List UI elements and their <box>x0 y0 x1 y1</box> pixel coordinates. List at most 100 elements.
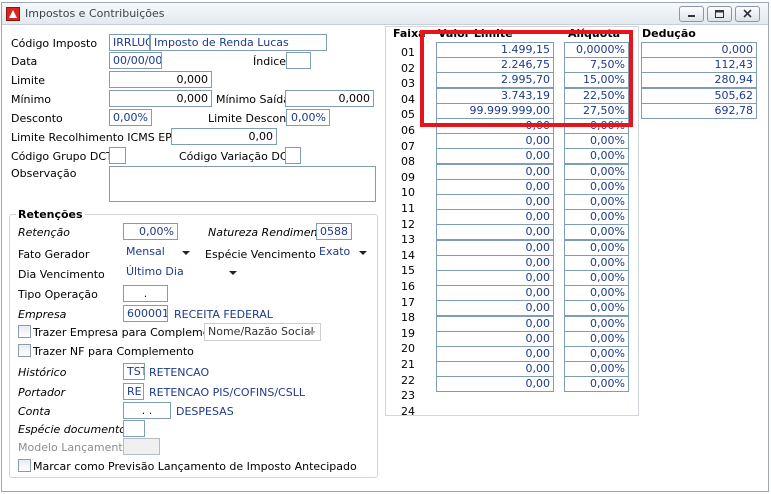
faixa-number: 05 <box>401 108 415 121</box>
faixa-number: 21 <box>401 358 415 371</box>
valor-limite-cell[interactable]: 0,00 <box>436 194 554 210</box>
aliquota-cell[interactable]: 0,00% <box>564 209 629 225</box>
maximize-button[interactable] <box>707 6 732 22</box>
especie-vencimento-select[interactable]: Exato <box>316 244 371 262</box>
aliquota-cell[interactable]: 0,00% <box>564 164 629 180</box>
chevron-down-icon <box>308 331 316 335</box>
valor-limite-cell[interactable]: 0,00 <box>436 133 554 149</box>
valor-limite-cell[interactable]: 0,00 <box>436 361 554 377</box>
deducao-cell[interactable]: 505,62 <box>641 88 757 104</box>
aliquota-cell[interactable]: 0,00% <box>564 376 629 392</box>
faixa-number: 11 <box>401 202 415 215</box>
trazer-empresa-label: Trazer Empresa para Complemento <box>33 326 228 339</box>
aliquota-cell[interactable]: 0,00% <box>564 255 629 271</box>
portador-name: RETENCAO PIS/COFINS/CSLL <box>149 386 305 399</box>
portador-code-input[interactable]: RE <box>123 383 144 400</box>
valor-limite-cell[interactable]: 0,00 <box>436 376 554 392</box>
historico-code-input[interactable]: TST <box>123 363 145 380</box>
faixa-number: 03 <box>401 77 415 90</box>
minimize-icon <box>688 15 695 17</box>
minimize-button[interactable] <box>679 6 704 22</box>
especie-vencimento-value: Exato <box>319 245 351 258</box>
indice-input[interactable] <box>286 52 311 69</box>
observacao-textarea[interactable] <box>109 166 376 202</box>
deducao-cell[interactable]: 112,43 <box>641 57 757 73</box>
valor-limite-cell[interactable]: 0,00 <box>436 255 554 271</box>
dia-vencimento-select[interactable]: Último Dia <box>123 264 241 282</box>
data-input[interactable]: 00/00/00 <box>109 52 162 69</box>
valor-limite-cell[interactable]: 0,00 <box>436 164 554 180</box>
aliquota-cell[interactable]: 0,00% <box>564 361 629 377</box>
aliquota-cell[interactable]: 0,00% <box>564 133 629 149</box>
valor-limite-cell[interactable]: 0,00 <box>436 179 554 195</box>
empresa-code-input[interactable]: 600001 <box>123 305 168 322</box>
empresa-label: Empresa <box>18 308 67 321</box>
fato-gerador-select[interactable]: Mensal <box>123 244 194 262</box>
aliquota-cell[interactable]: 0,00% <box>564 346 629 362</box>
modelo-lancamento-input <box>123 438 160 455</box>
valor-limite-cell[interactable]: 0,00 <box>436 224 554 240</box>
close-button[interactable] <box>735 6 760 22</box>
faixa-number: 06 <box>401 124 415 137</box>
historico-label: Histórico <box>18 366 67 379</box>
dia-vencimento-value: Último Dia <box>126 265 184 278</box>
limite-input[interactable]: 0,000 <box>109 71 212 88</box>
valor-limite-cell[interactable]: 0,00 <box>436 209 554 225</box>
faixa-number: 07 <box>401 140 415 153</box>
limite-recolhimento-input[interactable]: 0,00 <box>171 128 277 145</box>
trazer-empresa-checkbox[interactable] <box>18 325 31 338</box>
aliquota-cell[interactable]: 0,00% <box>564 148 629 164</box>
conta-label: Conta <box>18 405 51 418</box>
limite-desconto-input[interactable]: 0,00% <box>286 109 330 126</box>
especie-documento-input[interactable] <box>123 420 145 437</box>
codigo-imposto-label: Código Imposto <box>11 37 98 50</box>
deducao-cell[interactable]: 280,94 <box>641 72 757 88</box>
faixa-number: 18 <box>401 311 415 324</box>
valor-limite-cell[interactable]: 0,00 <box>436 240 554 256</box>
valor-limite-cell[interactable]: 0,00 <box>436 300 554 316</box>
deducao-cell[interactable]: 0,000 <box>641 42 757 58</box>
desconto-input[interactable]: 0,00% <box>109 109 152 126</box>
aliquota-cell[interactable]: 0,00% <box>564 300 629 316</box>
aliquota-cell[interactable]: 0,00% <box>564 194 629 210</box>
valor-limite-cell[interactable]: 0,00 <box>436 285 554 301</box>
aliquota-cell[interactable]: 0,00% <box>564 240 629 256</box>
observacao-label: Observação <box>11 167 77 180</box>
valor-limite-cell[interactable]: 0,00 <box>436 346 554 362</box>
aliquota-cell[interactable]: 0,00% <box>564 270 629 286</box>
aliquota-cell[interactable]: 0,00% <box>564 224 629 240</box>
tipo-operacao-label: Tipo Operação <box>18 288 98 301</box>
tipo-operacao-input[interactable]: . <box>123 285 168 302</box>
codigo-variacao-dctf-input[interactable] <box>285 147 301 164</box>
trazer-empresa-select[interactable]: Nome/Razão Social <box>204 323 321 341</box>
natureza-rendimento-input[interactable]: 0588 <box>316 223 352 240</box>
imposto-description-input[interactable]: Imposto de Renda Lucas <box>150 34 327 51</box>
codigo-grupo-dctf-input[interactable] <box>109 147 126 164</box>
faixa-number: 04 <box>401 93 415 106</box>
retencoes-title: Retenções <box>16 208 85 221</box>
deducao-cell[interactable]: 692,78 <box>641 103 757 119</box>
conta-code-input[interactable]: . . <box>123 402 171 419</box>
faixa-number: 02 <box>401 62 415 75</box>
minimo-saidas-input[interactable]: 0,000 <box>285 90 374 107</box>
aliquota-cell[interactable]: 0,00% <box>564 316 629 332</box>
minimo-input[interactable]: 0,000 <box>109 90 212 107</box>
aliquota-cell[interactable]: 0,00% <box>564 331 629 347</box>
aliquota-cell[interactable]: 0,00% <box>564 285 629 301</box>
faixa-number: 17 <box>401 296 415 309</box>
valor-limite-cell[interactable]: 0,00 <box>436 331 554 347</box>
valor-limite-cell[interactable]: 0,00 <box>436 148 554 164</box>
data-label: Data <box>11 55 38 68</box>
trazer-nf-checkbox[interactable] <box>18 344 31 357</box>
faixa-number: 08 <box>401 155 415 168</box>
marcar-previsao-checkbox[interactable] <box>18 459 31 472</box>
retencao-input[interactable]: 0,00% <box>123 223 178 240</box>
conta-name: DESPESAS <box>176 405 234 418</box>
codigo-imposto-input[interactable]: IRRLUC <box>109 34 150 51</box>
valor-limite-cell[interactable]: 0,00 <box>436 316 554 332</box>
aliquota-cell[interactable]: 0,00% <box>564 179 629 195</box>
chevron-down-icon <box>359 251 367 255</box>
especie-vencimento-label: Espécie Vencimento <box>205 248 316 261</box>
faixa-number: 20 <box>401 342 415 355</box>
valor-limite-cell[interactable]: 0,00 <box>436 270 554 286</box>
